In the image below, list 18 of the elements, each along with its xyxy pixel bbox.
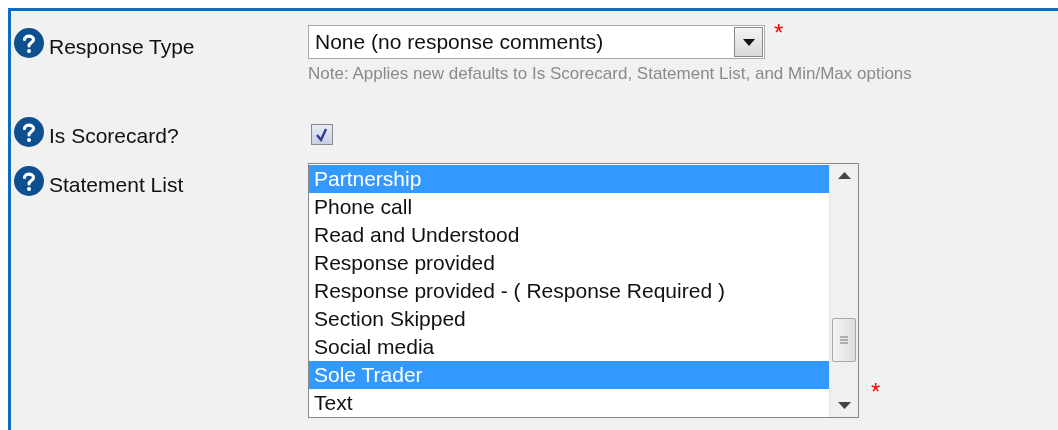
statement-listbox[interactable]: Partnership Phone call Read and Understood Response provided Response provided - ( Response Required ) Section Skipped Social media Sole Trader Text (308, 163, 859, 418)
response-type-select[interactable]: None (no response comments) (308, 25, 765, 59)
help-icon[interactable] (13, 116, 45, 148)
scrollbar[interactable] (829, 164, 858, 417)
caret-icon (742, 38, 755, 46)
required-mark: * (774, 21, 784, 45)
scorecard-checkbox[interactable] (311, 124, 333, 145)
help-icon[interactable] (13, 165, 45, 197)
note-text: Note: Applies new defaults to Is Scorecard, Statement List, and Min/Max options (308, 64, 913, 84)
field-label: Is Scorecard? (49, 124, 179, 148)
required-mark: * (871, 380, 881, 404)
check-icon (315, 127, 329, 142)
help-icon[interactable] (13, 27, 45, 59)
scroll-up-icon[interactable] (837, 172, 851, 179)
field-label: Response Type (49, 35, 195, 59)
scroll-down-icon[interactable] (837, 402, 851, 409)
scroll-thumb[interactable] (832, 318, 856, 362)
field-label: Statement List (49, 173, 184, 197)
